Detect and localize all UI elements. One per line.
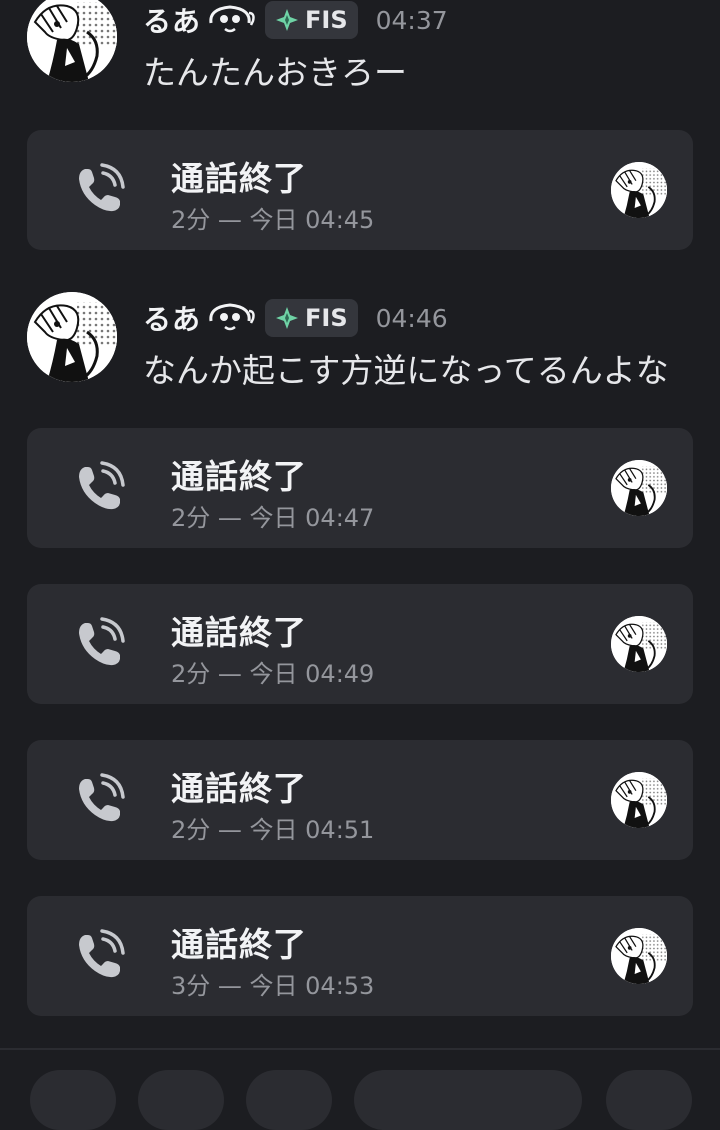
- call-title: 通話終了: [171, 613, 307, 652]
- message-1: るあ FIS 04:37 たんたんおきろー: [0, 0, 720, 100]
- username[interactable]: るあ: [143, 298, 201, 338]
- call-detail: 3分 — 今日 04:53: [171, 972, 375, 1000]
- phone-call-icon: [73, 461, 127, 515]
- call-detail: 2分 — 今日 04:51: [171, 816, 375, 844]
- message-input[interactable]: [354, 1070, 582, 1130]
- phone-call-icon: [73, 773, 127, 827]
- call-ended-card[interactable]: 通話終了 2分 — 今日 04:45: [27, 130, 693, 250]
- guild-tag-label: FIS: [305, 6, 348, 34]
- participant-avatar[interactable]: [611, 460, 667, 516]
- message-time: 04:37: [375, 5, 448, 35]
- toolbar-button[interactable]: [138, 1070, 224, 1130]
- message-2: るあ FIS 04:46 なんか起こす方逆になってるんよな: [0, 292, 720, 392]
- phone-call-icon: [73, 163, 127, 217]
- user-avatar[interactable]: [27, 292, 117, 382]
- phone-call-icon: [73, 617, 127, 671]
- call-detail: 2分 — 今日 04:49: [171, 660, 375, 688]
- call-ended-card[interactable]: 通話終了 3分 — 今日 04:53: [27, 896, 693, 1016]
- call-ended-card[interactable]: 通話終了 2分 — 今日 04:49: [27, 584, 693, 704]
- bottom-toolbar: [0, 1048, 720, 1130]
- guild-tag-icon: [276, 9, 299, 31]
- message-text: たんたんおきろー: [143, 53, 407, 92]
- call-title: 通話終了: [171, 769, 307, 808]
- call-ended-card[interactable]: 通話終了 2分 — 今日 04:51: [27, 740, 693, 860]
- call-title: 通話終了: [171, 159, 307, 198]
- phone-call-icon: [73, 929, 127, 983]
- call-ended-card[interactable]: 通話終了 2分 — 今日 04:47: [27, 428, 693, 548]
- call-detail: 2分 — 今日 04:47: [171, 504, 375, 532]
- user-avatar[interactable]: [27, 0, 117, 82]
- message-header: るあ FIS 04:37: [143, 0, 448, 40]
- message-header: るあ FIS 04:46: [143, 298, 448, 338]
- guild-tag[interactable]: FIS: [265, 299, 358, 337]
- mascot-emoji-icon: [209, 5, 255, 33]
- toolbar-button[interactable]: [606, 1070, 692, 1130]
- participant-avatar[interactable]: [611, 772, 667, 828]
- participant-avatar[interactable]: [611, 928, 667, 984]
- call-detail: 2分 — 今日 04:45: [171, 206, 375, 234]
- call-title: 通話終了: [171, 925, 307, 964]
- toolbar-button[interactable]: [30, 1070, 116, 1130]
- guild-tag-icon: [276, 307, 299, 329]
- call-title: 通話終了: [171, 457, 307, 496]
- participant-avatar[interactable]: [611, 616, 667, 672]
- guild-tag-label: FIS: [305, 304, 348, 332]
- username[interactable]: るあ: [143, 0, 201, 40]
- message-text: なんか起こす方逆になってるんよな: [143, 351, 669, 390]
- participant-avatar[interactable]: [611, 162, 667, 218]
- guild-tag[interactable]: FIS: [265, 1, 358, 39]
- toolbar-button[interactable]: [246, 1070, 332, 1130]
- message-time: 04:46: [375, 303, 448, 333]
- mascot-emoji-icon: [209, 303, 255, 331]
